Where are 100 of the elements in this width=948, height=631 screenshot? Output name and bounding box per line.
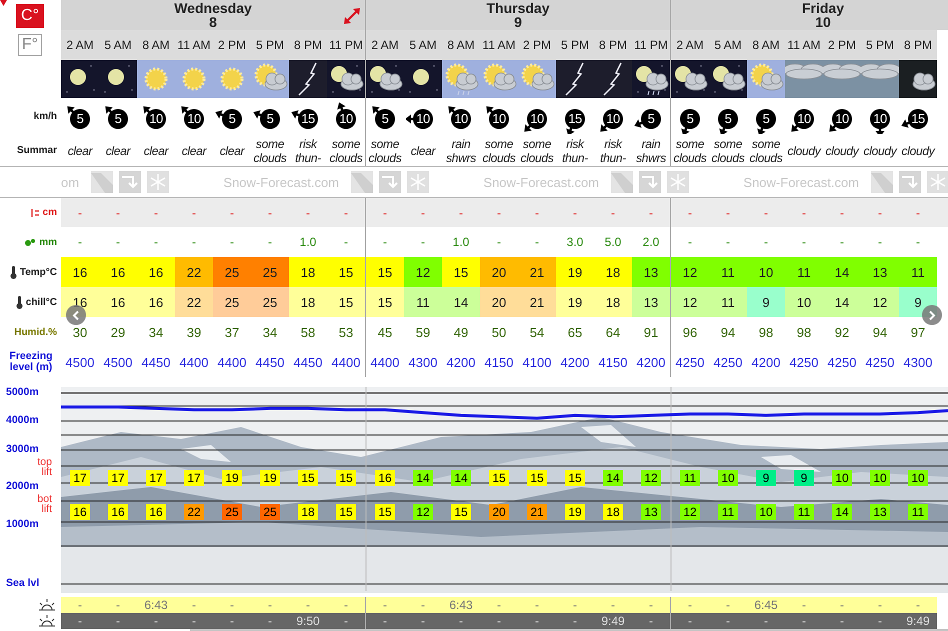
time-label: 8 AM (752, 38, 780, 52)
weather-summary: cloudy (864, 144, 896, 158)
freezing-level-value: 4200 (446, 354, 476, 370)
snow-value: - (383, 206, 387, 220)
snow-value: - (306, 206, 310, 220)
freezing-level-value: 4250 (866, 354, 894, 370)
rain-value: - (421, 235, 425, 249)
wind-speed: 10 (186, 112, 202, 126)
rain-value: - (78, 235, 82, 249)
temperature-cell: 15 (327, 257, 365, 287)
sunset-time: - (192, 614, 196, 628)
top-lift-temperature: 10 (870, 470, 890, 486)
sunset-time: - (802, 614, 806, 628)
wind-chill-cell: 14 (823, 287, 861, 317)
sunset-time: - (649, 614, 653, 628)
freezing-level-value: 4250 (676, 354, 704, 370)
weather-summary: cloudy (902, 144, 934, 158)
slope-icon (91, 171, 113, 193)
humidity-value: 53 (338, 324, 354, 340)
bottom-lift-temperature: 21 (527, 504, 547, 520)
wind-speed: 10 (415, 112, 431, 126)
humidity-value: 49 (454, 324, 468, 340)
humidity-value: 94 (720, 324, 736, 340)
bottom-lift-temperature: 15 (375, 504, 395, 520)
wind-chill-cell: 16 (99, 287, 137, 317)
wind-speed: 5 (686, 112, 694, 126)
humidity-value: 96 (682, 324, 698, 340)
caret-icon[interactable] (0, 0, 7, 6)
top-lift-temperature: 15 (336, 470, 356, 486)
freezing-level-value: 4500 (104, 354, 132, 370)
humidity-value: 34 (262, 324, 278, 340)
time-label: 2 PM (218, 38, 246, 52)
wind-speed: 15 (910, 112, 926, 126)
unit-toggle[interactable]: C° (16, 4, 44, 28)
chevron-left-icon (72, 310, 80, 320)
wind-speed: 10 (148, 112, 164, 126)
weather-summary: clear (144, 144, 168, 158)
row-label: Humid.% (14, 326, 57, 338)
sunset-icon (37, 614, 57, 628)
wind-speed: 10 (491, 112, 507, 126)
freezing-level-value: 4200 (752, 354, 780, 370)
wind-speed: 5 (646, 112, 656, 126)
sunrise-time: - (268, 598, 272, 612)
sunrise-time: 6:43 (144, 598, 168, 612)
temperature-cell: 11 (709, 257, 747, 287)
time-label: 11 PM (634, 38, 668, 52)
weather-summary: some clouds (520, 136, 554, 164)
altitude-label: 2000m (6, 480, 39, 492)
top-lift-temperature: 17 (184, 470, 204, 486)
sunrise-time: - (688, 598, 692, 612)
temperature-cell: 15 (365, 257, 404, 287)
snowflake-icon (667, 171, 689, 193)
rain-value: - (726, 235, 730, 249)
top-lift-temperature: 9 (756, 470, 776, 486)
altitude-label: Sea lvl (6, 577, 40, 589)
freezing-level-value: 4200 (636, 354, 666, 370)
temperature-cell: 16 (99, 257, 137, 287)
top-lift-temperature: 9 (794, 470, 814, 486)
sunset-time: - (116, 614, 120, 628)
humidity-value: 29 (110, 324, 126, 340)
weather-summary: some clouds (748, 136, 784, 164)
rain-value: - (916, 235, 920, 249)
rain-value: - (268, 235, 272, 249)
temperature-cell: 13 (861, 257, 899, 287)
bottom-lift-temperature: 16 (146, 504, 166, 520)
temperature-cell: 13 (632, 257, 670, 287)
bottom-lift-temperature: 22 (184, 504, 204, 520)
row-label: mm (39, 236, 57, 248)
expand-icon[interactable] (343, 7, 361, 25)
thermometer-icon (16, 296, 23, 308)
rain-value: - (230, 235, 234, 249)
unit-toggle[interactable]: F° (18, 34, 42, 56)
wind-chill-cell: 18 (289, 287, 327, 317)
lift-label: bot lift (36, 494, 52, 514)
freezing-level-value: 4400 (180, 354, 208, 370)
sunrise-time: - (116, 598, 120, 612)
sunset-time: - (459, 614, 463, 628)
snow-value: - (421, 206, 425, 220)
top-lift-temperature: 19 (260, 470, 280, 486)
top-lift-temperature: 14 (451, 470, 471, 486)
sunrise-time: - (916, 598, 920, 612)
bottom-lift-temperature: 11 (794, 504, 814, 520)
bottom-lift-temperature: 18 (603, 504, 623, 520)
wind-speed: 10 (338, 112, 354, 126)
snow-value: - (192, 206, 196, 220)
humidity-value: 59 (416, 324, 430, 340)
wind-chill-cell: 11 (709, 287, 747, 317)
humidity-value: 94 (872, 324, 888, 340)
wind-speed: 15 (567, 112, 583, 126)
sunrise-time: - (344, 598, 348, 612)
wind-speed: 5 (762, 112, 770, 126)
humidity-value: 50 (492, 324, 506, 340)
wind-chill-cell: 16 (137, 287, 175, 317)
freezing-level-value: 4150 (598, 354, 628, 370)
scroll-right-button[interactable] (922, 305, 942, 325)
sunset-time: - (421, 614, 425, 628)
sunrise-time: - (535, 598, 539, 612)
temperature-cell: 11 (785, 257, 823, 287)
top-lift-temperature: 15 (489, 470, 509, 486)
weather-summary: cloudy (826, 144, 858, 158)
